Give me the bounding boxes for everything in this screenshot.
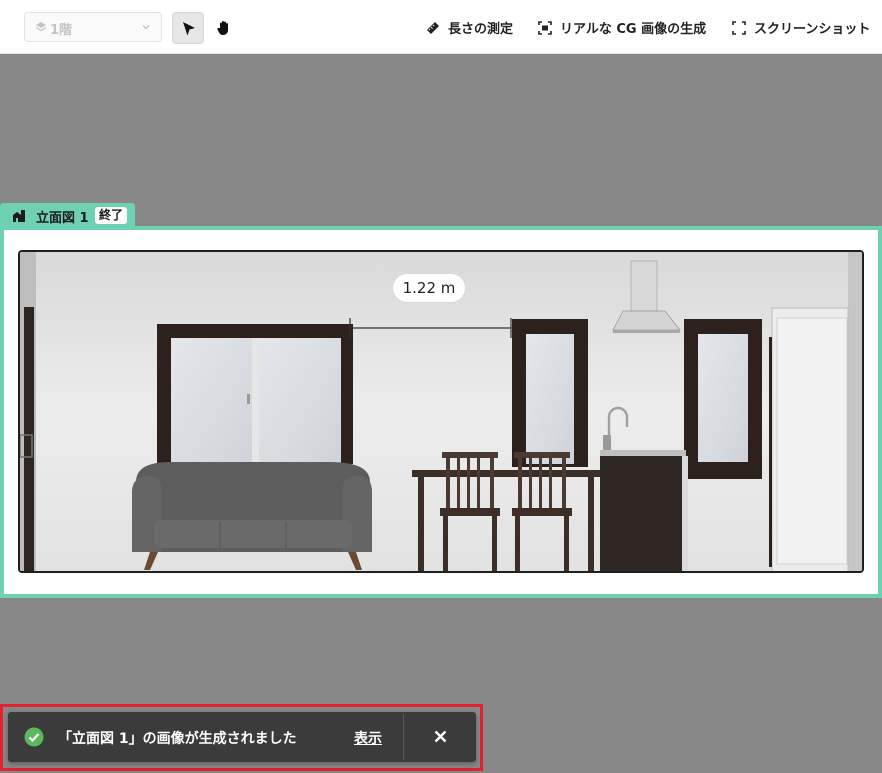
view-image-link[interactable]: 表示 [354, 728, 382, 748]
measure-length-button[interactable]: 長さの測定 [426, 18, 514, 37]
notification-toast: 「立面図 1」の画像が生成されました 表示 [8, 712, 476, 762]
ruler-icon [427, 22, 439, 34]
render-cg-button[interactable]: リアルな CG 画像の生成 [538, 18, 707, 37]
refrigerator [769, 307, 849, 571]
close-x-icon [434, 730, 447, 743]
pan-tool-button[interactable] [208, 12, 240, 44]
screenshot-frame-icon [732, 21, 746, 35]
measurement-label: 1.22 m [392, 273, 466, 303]
hand-icon [217, 21, 228, 35]
render-cg-label: リアルな CG 画像の生成 [560, 22, 707, 37]
toast-message: 「立面図 1」の画像が生成されました [58, 731, 297, 747]
elevation-title: 立面図 1 [36, 211, 89, 226]
chevron-down-icon [142, 25, 150, 30]
floor-selector-value: 1階 [50, 23, 73, 38]
camera-frame-icon [538, 21, 552, 35]
screenshot-label: スクリーンショット [754, 22, 871, 37]
toast-divider [403, 714, 404, 760]
narrow-window [512, 319, 588, 467]
top-toolbar: 1階 長さの測定 リアルな CG 画像の生成 スクリーンショット [0, 0, 882, 54]
layers-icon [35, 22, 47, 32]
close-toast-button[interactable] [405, 712, 476, 762]
cursor-arrow-icon [183, 22, 195, 36]
building-icon [13, 210, 25, 222]
measure-length-label: 長さの測定 [448, 22, 514, 37]
right-wall-edge [848, 252, 862, 571]
select-tool-button[interactable] [172, 12, 204, 44]
screenshot-button[interactable]: スクリーンショット [732, 18, 871, 37]
end-elevation-button[interactable]: 終了 [95, 207, 128, 224]
sliding-window [157, 324, 353, 464]
kitchen-window [684, 319, 762, 479]
floor-selector[interactable]: 1階 [24, 12, 162, 42]
elevation-tab: 立面図 1 終了 [0, 203, 135, 228]
check-circle-icon [24, 727, 44, 747]
